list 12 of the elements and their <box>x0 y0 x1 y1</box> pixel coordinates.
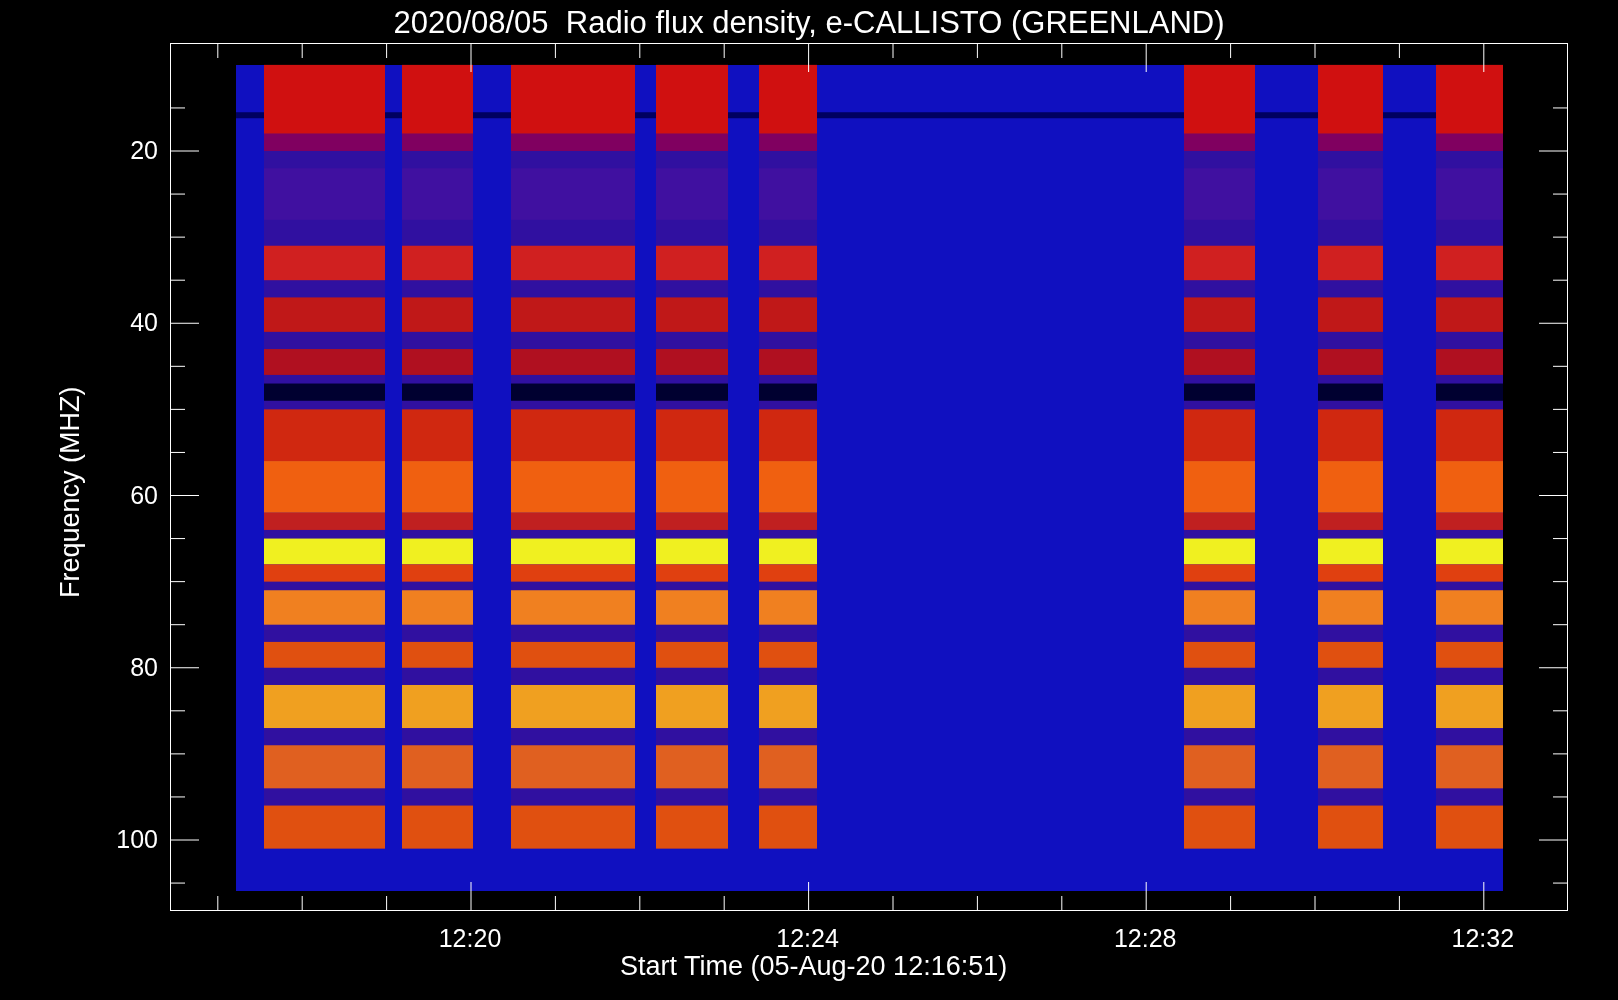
x-tick-label: 12:24 <box>775 926 840 951</box>
x-tick-label: 12:28 <box>1112 926 1178 951</box>
x-tick-label: 12:20 <box>437 926 503 951</box>
y-tick-label: 100 <box>115 827 158 852</box>
y-tick-label: 40 <box>129 310 158 336</box>
y-tick-label: 20 <box>129 138 158 163</box>
x-tick-label: 12:32 <box>1450 926 1516 951</box>
y-tick-label: 80 <box>129 654 158 680</box>
chart-title: 2020/08/05 Radio flux density, e-CALLISTO (GREENLAND) <box>392 4 1226 42</box>
x-axis-label: Start Time (05-Aug-20 12:16:51) <box>620 953 1008 980</box>
y-axis-label: Frequency (MHZ) <box>57 386 84 598</box>
y-tick-label: 60 <box>129 482 158 508</box>
